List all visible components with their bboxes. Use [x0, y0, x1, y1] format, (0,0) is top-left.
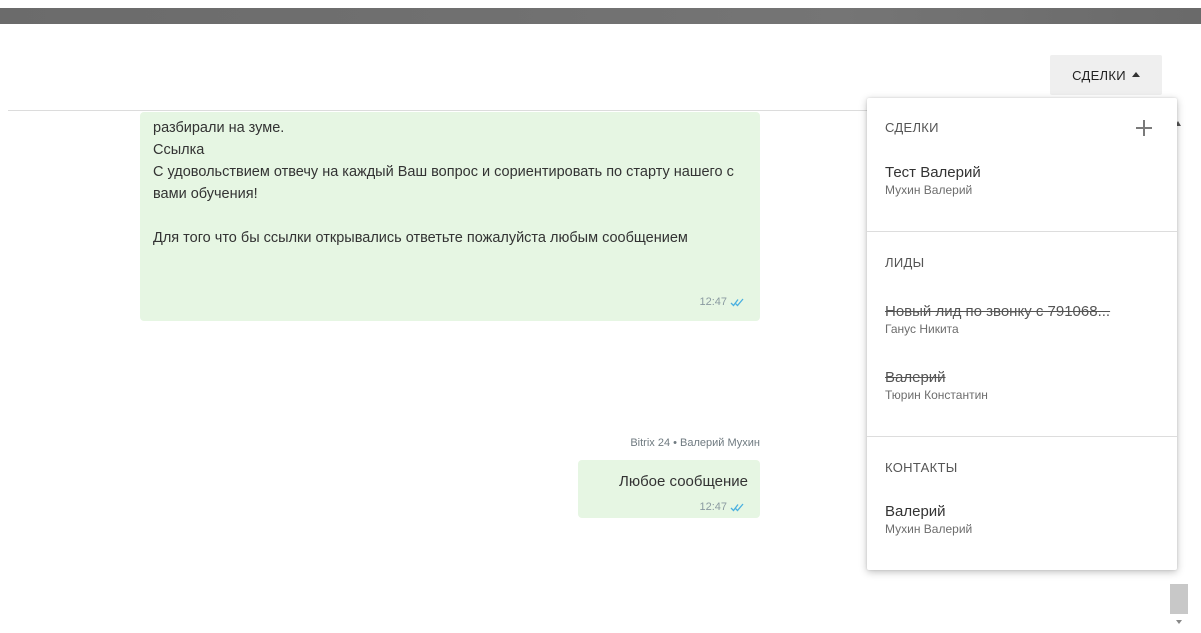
contact-item[interactable]: Валерий Мухин Валерий	[885, 503, 1165, 536]
lead-item[interactable]: Новый лид по звонку с 791068... Ганус Ни…	[885, 303, 1165, 336]
scrollbar-thumb[interactable]	[1170, 584, 1188, 614]
contact-item-subtitle: Мухин Валерий	[885, 522, 973, 536]
top-bar	[0, 8, 1201, 24]
double-check-icon	[730, 298, 744, 306]
deals-button-label: СДЕЛКИ	[1072, 67, 1126, 83]
leads-section-title: ЛИДЫ	[885, 255, 925, 270]
deal-item-subtitle: Мухин Валерий	[885, 183, 973, 197]
double-check-icon	[730, 503, 744, 511]
crm-dropdown-panel: СДЕЛКИ Тест Валерий Мухин Валерий ЛИДЫ Н…	[867, 98, 1177, 570]
lead-item-title: Новый лид по звонку с 791068...	[885, 303, 1111, 320]
lead-item-subtitle: Тюрин Константин	[885, 388, 988, 402]
caret-up-icon	[1131, 72, 1140, 77]
contact-item-title: Валерий	[885, 503, 946, 520]
message-time: 12:47	[699, 291, 744, 313]
deal-item[interactable]: Тест Валерий Мухин Валерий	[885, 164, 1165, 197]
message-sender: Bitrix 24 • Валерий Мухин	[630, 437, 760, 449]
lead-item-subtitle: Ганус Никита	[885, 322, 959, 336]
section-divider	[867, 231, 1177, 232]
message-text: разбирали на зуме. Ссылка С удовольствие…	[153, 120, 734, 246]
deal-item-title: Тест Валерий	[885, 164, 981, 181]
scroll-down-arrow-icon[interactable]	[1176, 620, 1182, 624]
message-bubble: разбирали на зуме. Ссылка С удовольствие…	[140, 112, 760, 321]
deals-section-title: СДЕЛКИ	[885, 120, 939, 135]
message-time: 12:47	[699, 496, 744, 518]
message-time-label: 12:47	[699, 296, 727, 308]
lead-item[interactable]: Валерий Тюрин Константин	[885, 369, 1165, 402]
header-divider	[8, 110, 868, 111]
deals-dropdown-button[interactable]: СДЕЛКИ	[1050, 55, 1162, 95]
lead-item-title: Валерий	[885, 369, 946, 386]
message-time-label: 12:47	[699, 501, 727, 513]
message-text: Любое сообщение	[618, 473, 748, 490]
plus-icon[interactable]	[1132, 116, 1156, 140]
contacts-section-title: КОНТАКТЫ	[885, 460, 958, 475]
message-bubble: Любое сообщение 12:47	[578, 460, 760, 518]
section-divider	[867, 436, 1177, 437]
